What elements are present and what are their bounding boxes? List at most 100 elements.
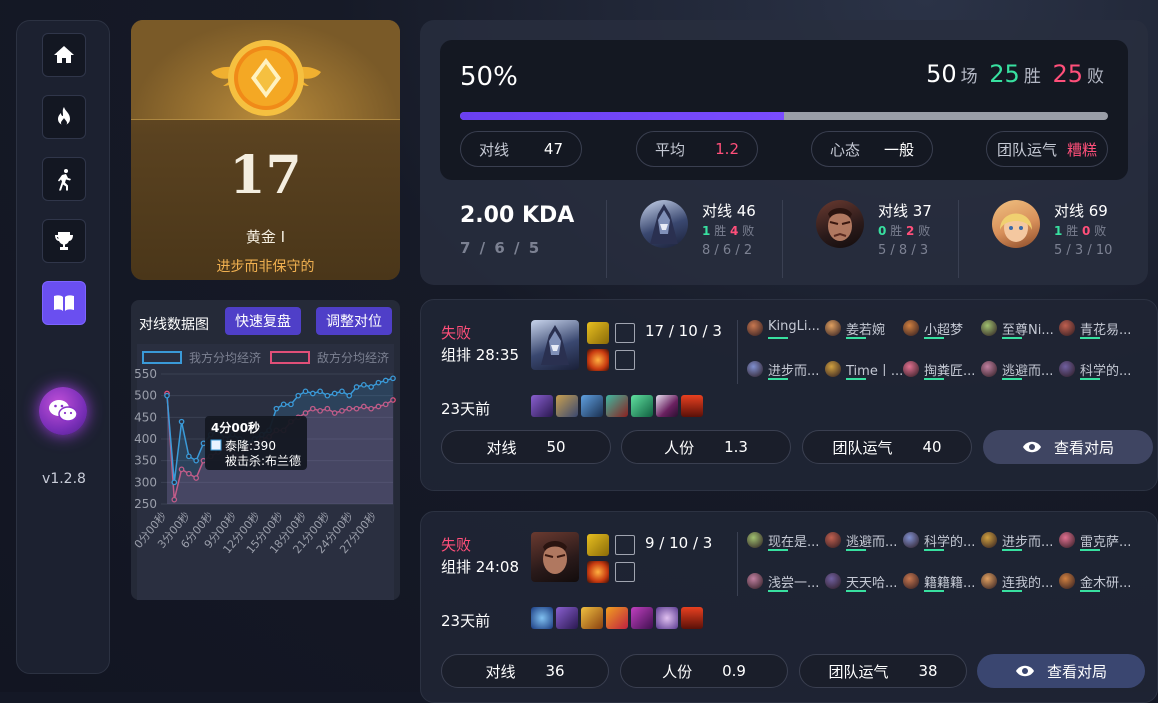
stat-pill-team-luck: 团队运气 糟糕: [986, 131, 1108, 167]
champion-stat[interactable]: 对线 46 1 胜 4 败 8 / 6 / 2: [640, 200, 810, 280]
stat-label: 心态: [830, 140, 861, 159]
player-entry[interactable]: 浅尝一...: [747, 571, 827, 595]
match-kda: 17 / 10 / 3: [645, 322, 722, 340]
player-entry[interactable]: 进步而...: [981, 530, 1061, 554]
item-icon: [531, 395, 553, 417]
view-match-label: 查看对局: [1046, 662, 1107, 681]
summoner-spell-ignite-icon: [587, 349, 609, 371]
player-list: KingLi... 姜若婉 小超梦 至尊Ni... 青花易... 进步而... Time丨.…: [747, 318, 1147, 388]
player-entry[interactable]: 科学的...: [1059, 359, 1139, 383]
data-point: [178, 418, 185, 425]
player-entry[interactable]: 科学的...: [903, 530, 983, 554]
empty-slot: [615, 535, 635, 555]
player-entry[interactable]: 雷克萨...: [1059, 530, 1139, 554]
adjust-matchup-button[interactable]: 调整对位: [316, 307, 392, 335]
player-avatar: [747, 361, 763, 377]
champion-stat[interactable]: 对线 37 0 胜 2 败 5 / 8 / 3: [816, 200, 986, 280]
champion-line: 对线 37: [878, 202, 932, 220]
player-underline: [1002, 378, 1022, 380]
tooltip-line: 被击杀:布兰德: [225, 453, 301, 468]
player-entry[interactable]: 金木研...: [1059, 571, 1139, 595]
player-entry[interactable]: 逃避而...: [825, 530, 905, 554]
player-underline: [846, 337, 866, 339]
nav-trophy[interactable]: [42, 219, 86, 263]
data-point: [309, 390, 316, 397]
nav-activity[interactable]: [42, 157, 86, 201]
player-underline: [768, 378, 788, 380]
summary-panel: 50% 50 场 25 胜 25 败 对线 47 平均 1.2 心态 一般 团队运气 糟糕 2…: [420, 20, 1148, 285]
data-point: [353, 384, 360, 390]
player-underline: [1080, 378, 1100, 380]
player-entry[interactable]: 现在是...: [747, 530, 827, 554]
team-luck-pill: 团队运气 38: [799, 654, 967, 688]
data-point: [360, 381, 367, 388]
winrate: 50%: [460, 62, 518, 92]
player-entry[interactable]: 至尊Ni...: [981, 318, 1061, 342]
legend-label: 敌方分均经济: [317, 350, 389, 365]
player-avatar: [981, 573, 997, 589]
player-entry[interactable]: 连我的...: [981, 571, 1061, 595]
champion-line: 对线 46: [702, 202, 756, 220]
data-point: [390, 375, 396, 382]
player-entry[interactable]: 掏粪匠...: [903, 359, 983, 383]
summary-stats: 50% 50 场 25 胜 25 败 对线 47 平均 1.2 心态 一般 团队运气 糟糕: [440, 40, 1128, 180]
player-avatar: [1059, 573, 1075, 589]
summoner-spell-flash-icon: [587, 322, 609, 344]
kda-value: 2.00 KDA: [460, 203, 575, 228]
player-name: 逃避而...: [1002, 364, 1054, 379]
player-entry[interactable]: Time丨...: [825, 359, 905, 383]
stat-value: 糟糕: [1066, 140, 1097, 159]
wins-unit: 胜: [1023, 67, 1041, 87]
player-entry[interactable]: 姜若婉: [825, 318, 905, 342]
player-entry[interactable]: 籍籍籍...: [903, 571, 983, 595]
divider: [737, 320, 738, 384]
player-underline: [1080, 549, 1100, 551]
player-avatar: [1059, 532, 1075, 548]
y-tick-label: 450: [134, 410, 157, 424]
champion-avatar: [816, 200, 864, 248]
nav-book[interactable]: [42, 281, 86, 325]
stat-value: 47: [543, 140, 563, 158]
empty-slot: [615, 323, 635, 343]
champion-avatar: [531, 320, 579, 370]
player-name: 天天哈...: [846, 576, 898, 591]
data-point: [164, 392, 170, 399]
stat-value: 1.2: [715, 140, 739, 158]
nav-home[interactable]: [42, 33, 86, 77]
player-entry[interactable]: 天天哈...: [825, 571, 905, 595]
player-underline: [846, 549, 866, 551]
player-entry[interactable]: 进步而...: [747, 359, 827, 383]
pill-value: 50: [546, 438, 566, 456]
player-avatar: [747, 320, 763, 336]
player-name: 逃避而...: [846, 535, 898, 550]
player-entry[interactable]: 青花易...: [1059, 318, 1139, 342]
kda-detail: 7 / 6 / 5: [460, 239, 542, 257]
lane-economy-chart[interactable]: 我方分均经济 敌方分均经济5505004504003503002500分00秒3分…: [131, 344, 400, 600]
view-match-button[interactable]: 查看对局: [983, 430, 1153, 464]
carry-score-pill: 人份 0.9: [620, 654, 788, 688]
player-underline: [846, 378, 866, 380]
view-match-button[interactable]: 查看对局: [977, 654, 1145, 688]
pill-value: 1.3: [724, 438, 748, 456]
stat-label: 平均: [655, 140, 686, 159]
player-entry[interactable]: KingLi...: [747, 318, 827, 342]
champion-stat[interactable]: 对线 69 1 胜 0 败 5 / 3 / 10: [992, 200, 1158, 280]
data-point: [295, 392, 302, 399]
wechat-button[interactable]: [39, 387, 87, 435]
pill-label: 对线: [485, 662, 516, 681]
player-entry[interactable]: 逃避而...: [981, 359, 1061, 383]
player-avatar: [825, 573, 841, 589]
quick-review-button[interactable]: 快速复盘: [225, 307, 301, 335]
match-card: 失败 组排 28:35 23天前 17 / 10 / 3 KingLi... 姜若…: [420, 299, 1158, 491]
item-icon: [681, 607, 703, 629]
games-count: 50: [926, 60, 957, 88]
player-name: Time丨...: [846, 364, 904, 379]
player-underline: [924, 337, 944, 339]
player-underline: [1080, 337, 1100, 339]
data-point: [317, 388, 323, 395]
pill-label: 对线: [486, 438, 517, 457]
player-entry[interactable]: 小超梦: [903, 318, 983, 342]
summoner-spell-flash-icon: [587, 534, 609, 556]
player-name: 姜若婉: [846, 323, 886, 338]
nav-hot[interactable]: [42, 95, 86, 139]
